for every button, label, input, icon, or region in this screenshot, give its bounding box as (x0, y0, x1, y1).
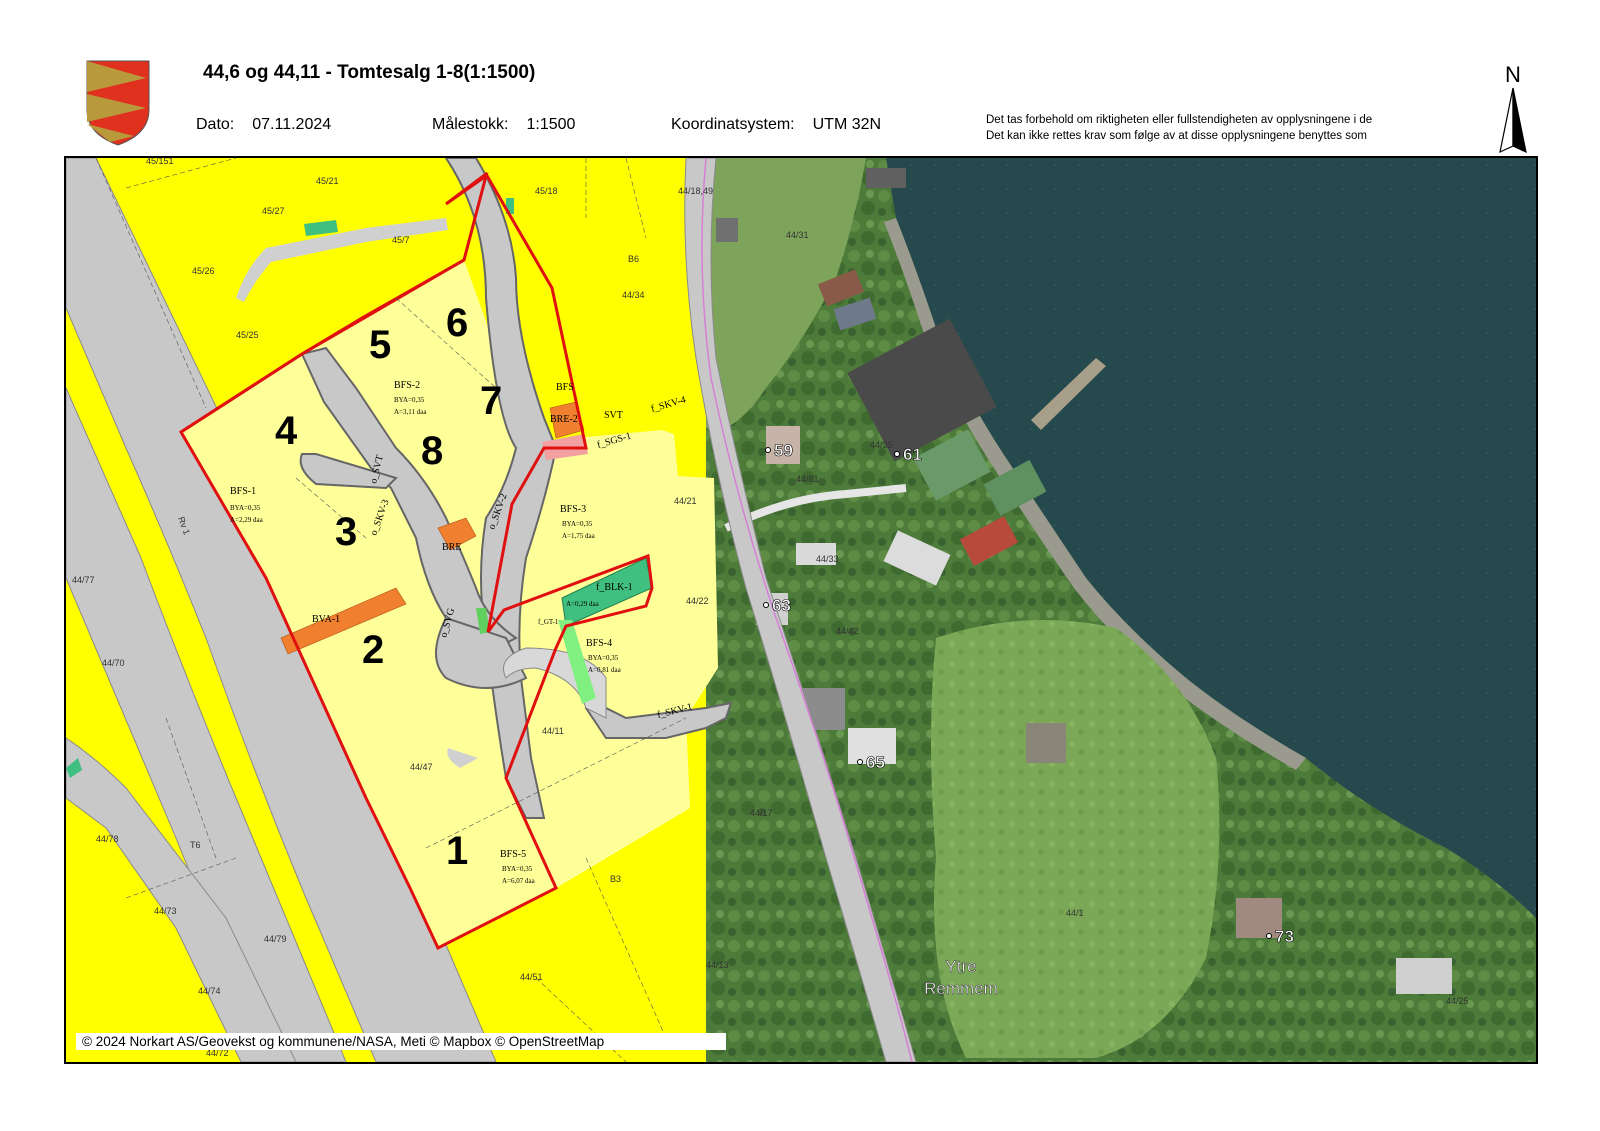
date-label: Dato: (196, 116, 235, 133)
plot-number-6[interactable]: 6 (446, 301, 468, 345)
plot-number-4[interactable]: 4 (275, 409, 298, 453)
plot-number-2[interactable]: 2 (362, 628, 384, 672)
svg-text:44/1: 44/1 (1066, 908, 1084, 918)
svg-text:B3: B3 (610, 874, 621, 884)
zone-bfs4: BFS-4 (586, 638, 612, 649)
svg-text:44/33: 44/33 (816, 554, 839, 564)
svg-text:44/21: 44/21 (674, 496, 697, 506)
svg-text:44/79: 44/79 (264, 934, 287, 944)
svg-text:T6: T6 (190, 840, 201, 850)
zone-bfs5-bya: BYA=0,35 (502, 865, 533, 873)
zone-bre2: BRE-2 (550, 414, 578, 425)
zone-bfs5: BFS-5 (500, 849, 526, 860)
zone-bfs1-area: A=2,29 daa (230, 516, 264, 524)
svg-text:44/17: 44/17 (750, 808, 773, 818)
plot-number-7[interactable]: 7 (480, 379, 502, 423)
zone-bfs1-bya: BYA=0,35 (230, 504, 261, 512)
crs-value: UTM 32N (812, 116, 882, 133)
svg-text:44/42: 44/42 (836, 626, 859, 636)
svg-text:44/78: 44/78 (96, 834, 119, 844)
place-name-line-1: Ytre (945, 957, 976, 976)
svg-text:44/11: 44/11 (542, 726, 564, 736)
house-number-61: 61 (903, 445, 922, 464)
house-number-65: 65 (866, 753, 885, 772)
place-name-line-2: Remmem (924, 979, 998, 998)
zone-bfs1: BFS-1 (230, 486, 256, 497)
date-value: 07.11.2024 (252, 116, 332, 133)
zone-svt: SVT (604, 410, 623, 421)
zone-bfs4-area: A=0,81 daa (588, 666, 622, 674)
svg-text:45/21: 45/21 (316, 176, 339, 186)
svg-text:44/74: 44/74 (198, 986, 221, 996)
svg-text:44/13: 44/13 (706, 960, 729, 970)
svg-text:44/51: 44/51 (520, 972, 543, 982)
zone-bfs3-area: A=1,75 daa (562, 532, 596, 540)
north-label: N (1505, 62, 1521, 87)
svg-text:45/18: 45/18 (535, 186, 558, 196)
svg-text:44/31: 44/31 (786, 230, 809, 240)
zone-ct1: f_GT-1 (538, 618, 559, 626)
scale-info: Målestokk: 1:1500 (432, 116, 575, 134)
svg-text:44/35: 44/35 (870, 440, 893, 450)
map-canvas[interactable]: 1 2 3 4 5 6 7 8 BFS-1 BYA=0,35 A=2,29 da… (66, 158, 1536, 1062)
aerial-photo-layer (706, 158, 1536, 1062)
svg-text:44/25: 44/25 (1446, 996, 1469, 1006)
svg-text:44/81: 44/81 (796, 474, 819, 484)
disclaimer-line-1: Det tas forbehold om riktigheten eller f… (986, 114, 1373, 126)
svg-text:45/26: 45/26 (192, 266, 215, 276)
map-title: 44,6 og 44,11 - Tomtesalg 1-8(1:1500) (203, 62, 536, 83)
zone-bfs2-bya: BYA=0,35 (394, 396, 425, 404)
zone-bfs3-bya: BYA=0,35 (562, 520, 593, 528)
house-number-73: 73 (1275, 927, 1294, 946)
zone-bva1: BVA-1 (312, 614, 340, 625)
zone-bfs5-area: A=6,07 daa (502, 877, 536, 885)
crs-label: Koordinatsystem: (671, 116, 795, 133)
disclaimer-line-2: Det kan ikke rettes krav som følge av at… (986, 130, 1367, 142)
map-frame[interactable]: 1 2 3 4 5 6 7 8 BFS-1 BYA=0,35 A=2,29 da… (64, 156, 1538, 1064)
zone-blk1: f_BLK-1 (596, 582, 633, 593)
svg-text:45/151: 45/151 (146, 158, 174, 166)
plot-number-3[interactable]: 3 (335, 510, 357, 554)
house-number-63: 63 (772, 596, 791, 615)
svg-text:44/22: 44/22 (686, 596, 709, 606)
zone-bfs3: BFS-3 (560, 504, 586, 515)
crs-info: Koordinatsystem: UTM 32N (671, 116, 881, 134)
svg-text:44/18,49: 44/18,49 (678, 186, 713, 196)
zone-bre: BRE (442, 542, 461, 553)
svg-text:44/73: 44/73 (154, 906, 177, 916)
svg-text:45/7: 45/7 (392, 235, 410, 245)
date-info: Dato: 07.11.2024 (196, 116, 331, 134)
svg-text:44/70: 44/70 (102, 658, 125, 668)
house-number-59: 59 (774, 441, 793, 460)
scale-label: Målestokk: (432, 116, 509, 133)
zone-bfs4-bya: BYA=0,35 (588, 654, 619, 662)
svg-text:B6: B6 (628, 254, 639, 264)
north-arrow-icon: N (1499, 62, 1527, 154)
plot-number-1[interactable]: 1 (446, 829, 468, 873)
svg-text:45/25: 45/25 (236, 330, 259, 340)
zone-blk1-area: A=0,29 daa (566, 600, 600, 608)
disclaimer: Det tas forbehold om riktigheten eller f… (986, 112, 1470, 144)
svg-text:45/27: 45/27 (262, 206, 285, 216)
plot-number-8[interactable]: 8 (421, 429, 443, 473)
municipal-coat-of-arms-logo (86, 60, 150, 146)
plot-number-5[interactable]: 5 (369, 323, 391, 367)
scale-value: 1:1500 (526, 116, 576, 133)
zone-bfs: BFS (556, 382, 574, 393)
zone-bfs2-area: A=3,11 daa (394, 408, 427, 416)
map-attribution: © 2024 Norkart AS/Geovekst og kommunene/… (76, 1033, 726, 1050)
svg-text:44/34: 44/34 (622, 290, 645, 300)
svg-text:44/77: 44/77 (72, 575, 95, 585)
svg-text:44/47: 44/47 (410, 762, 433, 772)
zone-bfs2: BFS-2 (394, 380, 420, 391)
